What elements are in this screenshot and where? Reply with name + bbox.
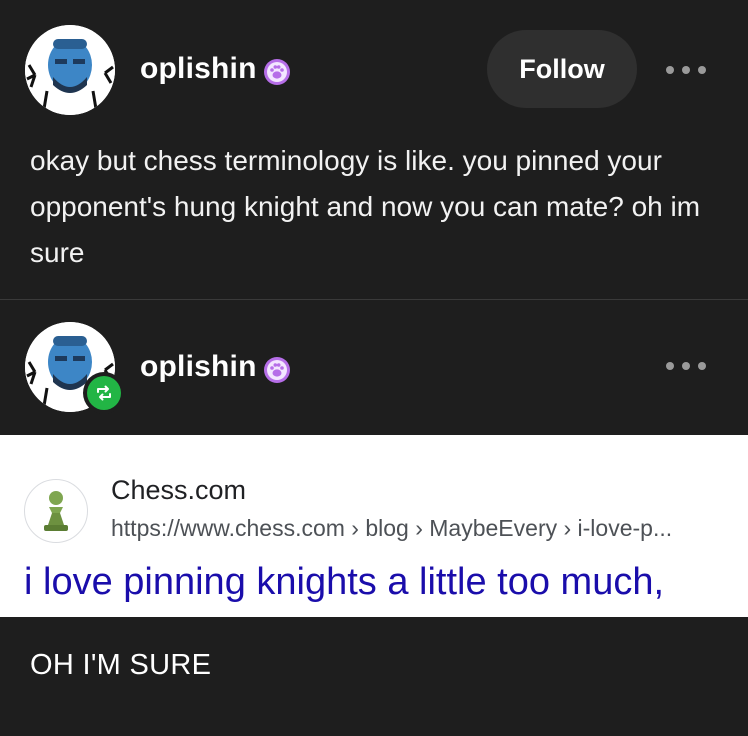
result-title-link: i love pinning knights a little too much… — [24, 561, 665, 603]
reblog-icon — [97, 385, 111, 401]
more-options-icon[interactable] — [666, 64, 706, 76]
follow-button[interactable]: Follow — [487, 30, 637, 108]
result-url: https://www.chess.com › blog › MaybeEver… — [111, 515, 673, 541]
reblog-badge — [83, 372, 125, 414]
avatar-image — [25, 25, 115, 115]
avatar[interactable] — [25, 25, 115, 115]
paw-badge-icon[interactable] — [263, 356, 291, 384]
post-original: oplishin Follow okay but chess terminolo… — [0, 0, 748, 300]
paw-badge-icon[interactable] — [263, 58, 291, 86]
reblog-caption: OH I'M SURE — [30, 649, 212, 681]
result-site-name: Chess.com — [111, 475, 247, 505]
post-reblog: oplishin Chess.com https://www.chess.com… — [0, 300, 748, 736]
username[interactable]: oplishin — [140, 350, 257, 384]
chess-pawn-icon — [24, 479, 88, 543]
post-body-text: okay but chess terminology is like. you … — [30, 145, 701, 268]
search-result-screenshot: Chess.com https://www.chess.com › blog ›… — [0, 435, 748, 617]
more-options-icon[interactable] — [666, 360, 706, 372]
username[interactable]: oplishin — [140, 52, 257, 86]
